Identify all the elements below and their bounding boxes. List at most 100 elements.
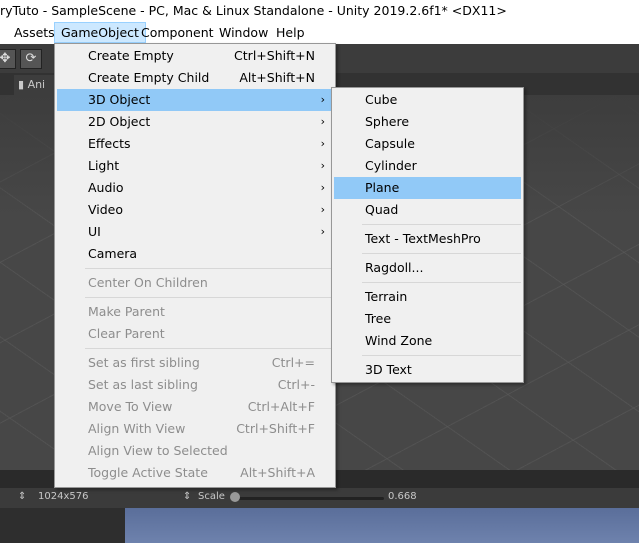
tab-animation-label: Ani [27,78,46,91]
submenu-item-sphere[interactable]: Sphere [334,111,521,133]
menu-item-label: Set as first sibling [88,355,200,370]
move-tool-icon[interactable]: ✥ [0,49,16,69]
rotate-tool-icon[interactable]: ⟳ [20,49,42,69]
submenu-item-capsule[interactable]: Capsule [334,133,521,155]
scale-value: 0.668 [388,491,417,502]
menu-item-label: 3D Object [88,92,151,107]
menu-item-create-empty-child[interactable]: Create Empty Child Alt+Shift+N [57,67,333,89]
scale-slider-handle[interactable] [230,492,240,502]
menu-item-label: 2D Object [88,114,151,129]
3d-object-submenu: Cube Sphere Capsule Cylinder Plane Quad … [331,87,524,383]
menu-item-label: UI [88,224,101,239]
menu-separator [362,224,521,225]
submenu-item-ragdoll[interactable]: Ragdoll... [334,257,521,279]
menu-item-label: Text - TextMeshPro [365,231,481,246]
submenu-arrow-icon: › [320,115,325,128]
submenu-item-cube[interactable]: Cube [334,89,521,111]
menu-item-label: Sphere [365,114,410,129]
menu-item-shortcut: Alt+Shift+A [240,465,315,480]
game-view[interactable] [125,508,639,543]
menu-item-label: Create Empty Child [88,70,210,85]
submenu-item-terrain[interactable]: Terrain [334,286,521,308]
menu-item-3d-object[interactable]: 3D Object › [57,89,333,111]
title-bar: ryTuto - SampleScene - PC, Mac & Linux S… [0,0,639,22]
menu-component[interactable]: Component [135,22,220,43]
menu-item-ui[interactable]: UI › [57,221,333,243]
game-toolbar: ⇕ 1024x576 ⇕ Scale 0.668 [0,488,639,508]
submenu-item-text-textmeshpro[interactable]: Text - TextMeshPro [334,228,521,250]
menu-item-shortcut: Alt+Shift+N [239,70,315,85]
menu-item-set-first-sibling[interactable]: Set as first sibling Ctrl+= [57,352,333,374]
scale-slider[interactable] [232,497,384,500]
menu-item-effects[interactable]: Effects › [57,133,333,155]
menu-separator [362,282,521,283]
menu-item-shortcut: Ctrl+Shift+F [236,421,315,436]
menu-item-light[interactable]: Light › [57,155,333,177]
submenu-item-wind-zone[interactable]: Wind Zone [334,330,521,352]
submenu-item-3d-text[interactable]: 3D Text [334,359,521,381]
menu-item-shortcut: Ctrl+Alt+F [247,399,315,414]
menu-item-align-with-view[interactable]: Align With View Ctrl+Shift+F [57,418,333,440]
menu-item-label: Wind Zone [365,333,433,348]
menu-item-clear-parent[interactable]: Clear Parent [57,323,333,345]
menu-item-label: Effects [88,136,131,151]
aspect-dropdown-icon[interactable]: ⇕ [183,491,191,502]
menu-item-2d-object[interactable]: 2D Object › [57,111,333,133]
menu-bar: Assets GameObject Component Window Help [0,22,639,45]
menu-item-camera[interactable]: Camera [57,243,333,265]
menu-item-label: Quad [365,202,399,217]
submenu-arrow-icon: › [320,225,325,238]
menu-item-make-parent[interactable]: Make Parent [57,301,333,323]
menu-item-label: Move To View [88,399,173,414]
menu-item-label: Light [88,158,120,173]
menu-item-audio[interactable]: Audio › [57,177,333,199]
menu-item-label: Ragdoll... [365,260,424,275]
menu-item-move-to-view[interactable]: Move To View Ctrl+Alt+F [57,396,333,418]
menu-gameobject[interactable]: GameObject [54,22,146,43]
menu-item-label: Camera [88,246,138,261]
menu-separator [362,355,521,356]
menu-item-create-empty[interactable]: Create Empty Ctrl+Shift+N [57,45,333,67]
menu-assets[interactable]: Assets [8,22,61,43]
submenu-item-cylinder[interactable]: Cylinder [334,155,521,177]
menu-help[interactable]: Help [270,22,311,43]
menu-separator [85,297,333,298]
menu-item-video[interactable]: Video › [57,199,333,221]
menu-item-label: Cylinder [365,158,417,173]
display-dropdown-icon[interactable]: ⇕ [18,491,26,502]
submenu-arrow-icon: › [320,181,325,194]
menu-item-label: Tree [365,311,392,326]
resolution-dropdown[interactable]: 1024x576 [38,491,88,502]
scale-label: Scale [198,491,225,502]
menu-item-set-last-sibling[interactable]: Set as last sibling Ctrl+- [57,374,333,396]
menu-item-label: Cube [365,92,398,107]
submenu-item-tree[interactable]: Tree [334,308,521,330]
submenu-arrow-icon: › [320,159,325,172]
menu-window[interactable]: Window [213,22,274,43]
menu-item-center-on-children[interactable]: Center On Children [57,272,333,294]
menu-item-label: Make Parent [88,304,165,319]
submenu-item-quad[interactable]: Quad [334,199,521,221]
gameobject-menu: Create Empty Ctrl+Shift+N Create Empty Ch… [54,43,336,488]
menu-item-label: Terrain [365,289,408,304]
submenu-item-plane[interactable]: Plane [334,177,521,199]
submenu-arrow-icon: › [320,93,325,106]
menu-item-label: Toggle Active State [88,465,208,480]
menu-item-label: Align With View [88,421,186,436]
menu-item-toggle-active-state[interactable]: Toggle Active State Alt+Shift+A [57,462,333,484]
menu-item-label: Set as last sibling [88,377,198,392]
window-title: ryTuto - SampleScene - PC, Mac & Linux S… [0,3,507,18]
menu-item-label: Create Empty [88,48,174,63]
menu-separator [362,253,521,254]
menu-item-label: Audio [88,180,124,195]
menu-item-label: Video [88,202,124,217]
menu-item-shortcut: Ctrl+- [277,377,315,392]
submenu-arrow-icon: › [320,203,325,216]
menu-separator [85,348,333,349]
menu-item-label: Capsule [365,136,415,151]
menu-item-label: 3D Text [365,362,412,377]
menu-item-label: Align View to Selected [88,443,228,458]
menu-item-align-view-to-selected[interactable]: Align View to Selected [57,440,333,462]
menu-item-shortcut: Ctrl+= [271,355,315,370]
menu-item-label: Center On Children [88,275,208,290]
